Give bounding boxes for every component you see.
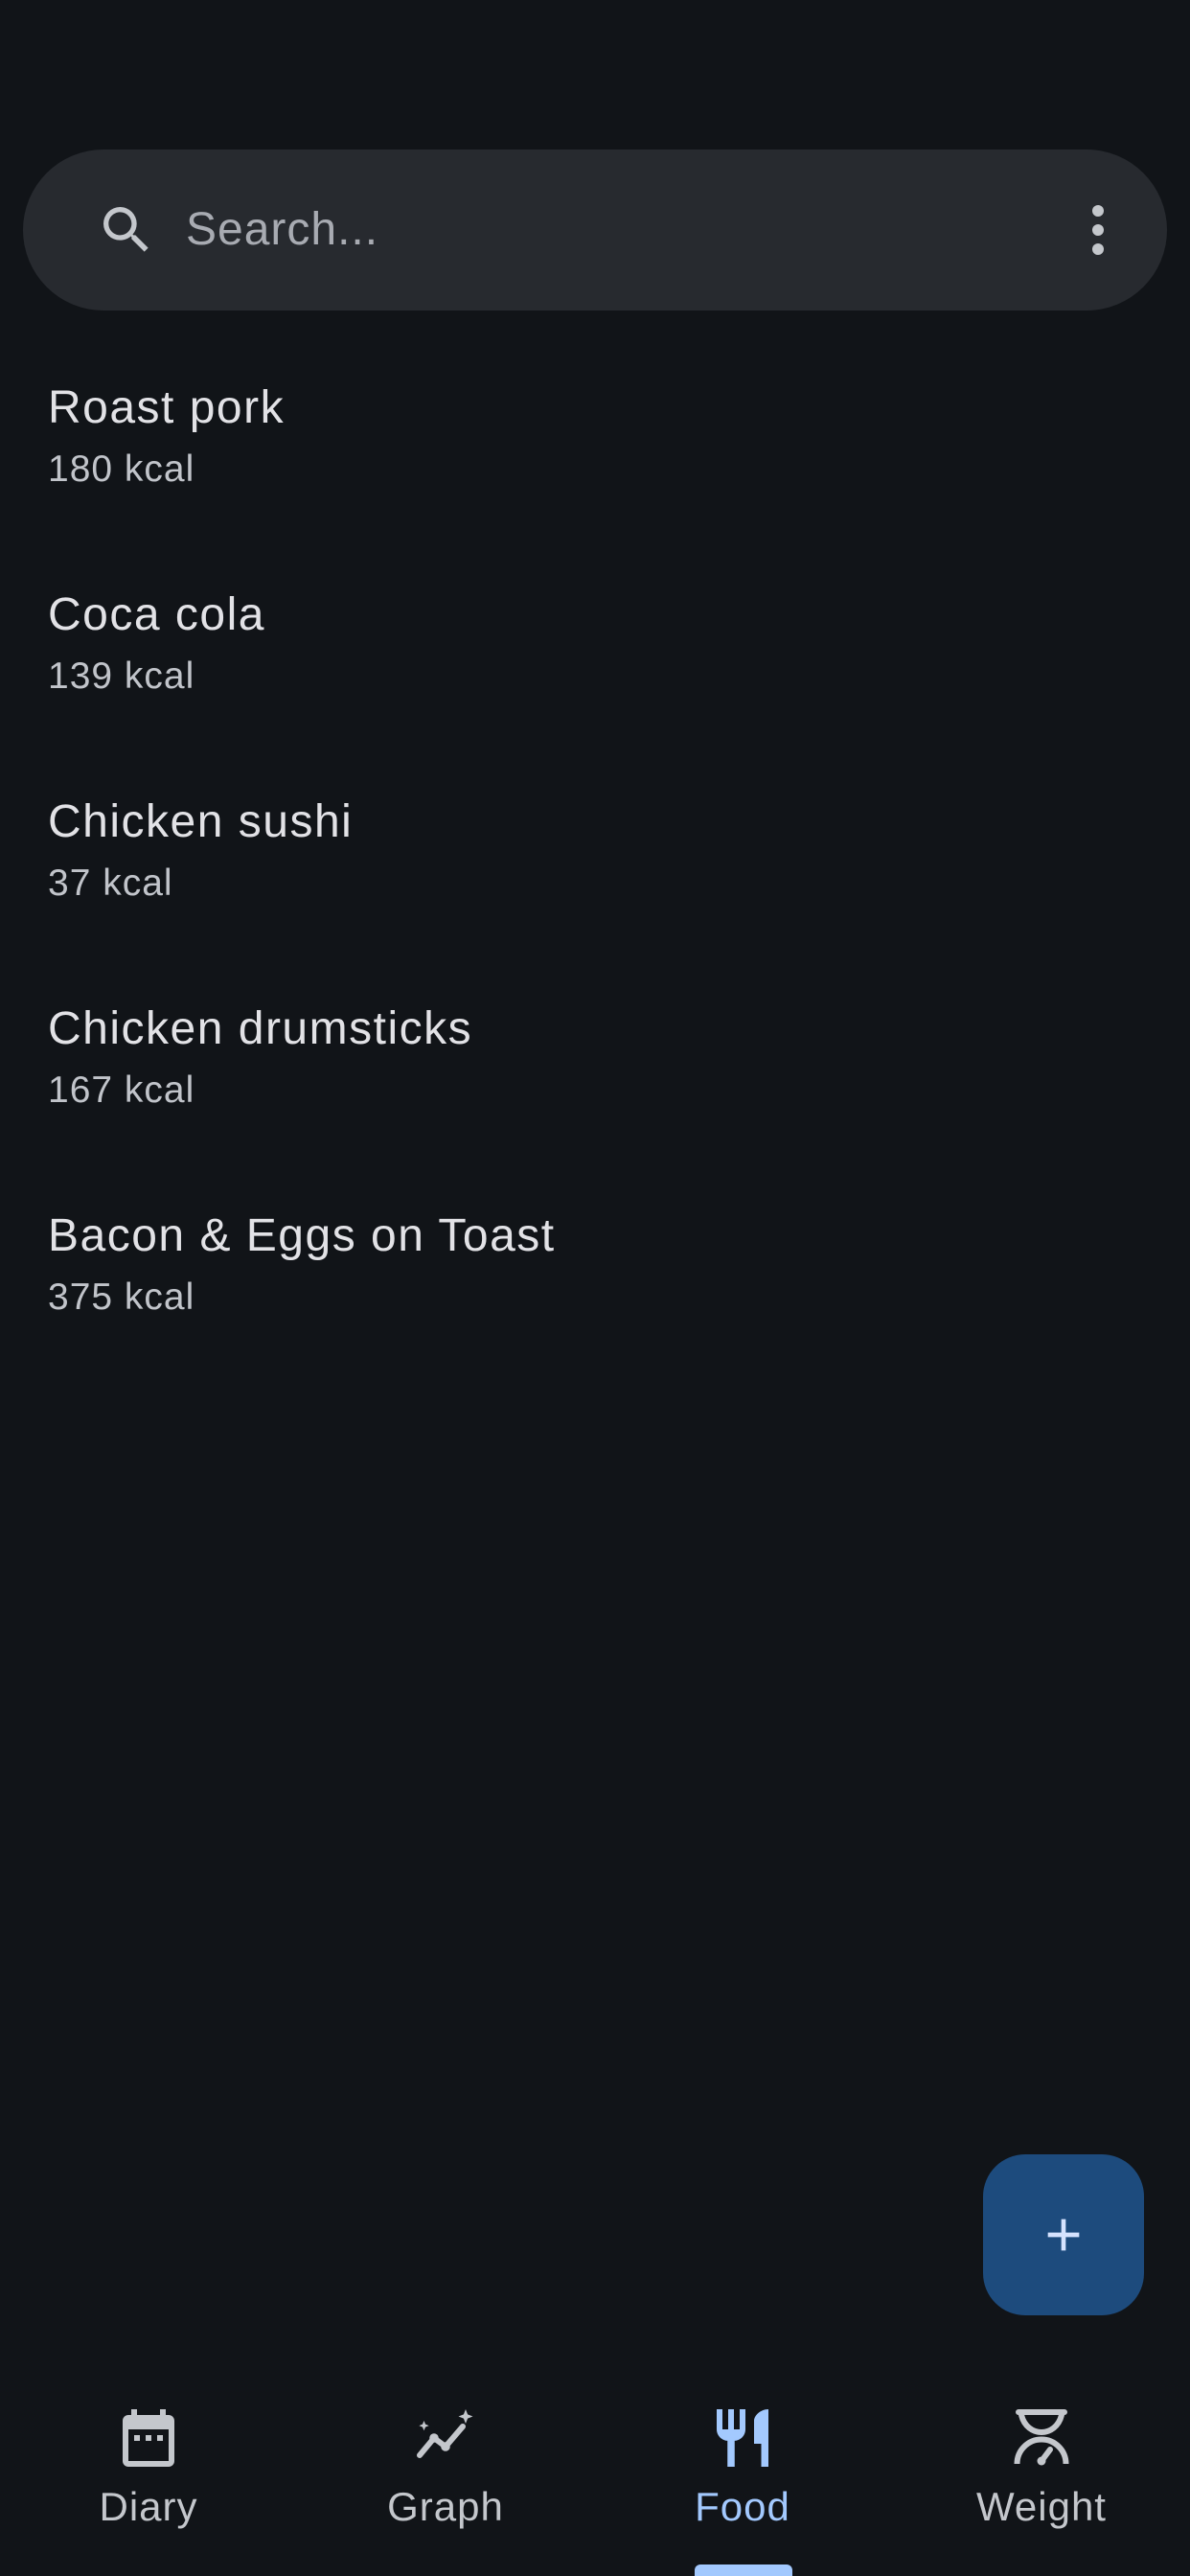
food-kcal: 375 kcal bbox=[48, 1276, 195, 1318]
list-item[interactable]: Coca cola 139 kcal bbox=[0, 552, 1190, 759]
nav-label: Weight bbox=[976, 2484, 1107, 2529]
search-icon bbox=[103, 207, 149, 252]
food-name: Bacon & Eggs on Toast bbox=[48, 1210, 556, 1261]
nav-label: Food bbox=[695, 2484, 790, 2529]
list-item[interactable]: Chicken drumsticks 167 kcal bbox=[0, 966, 1190, 1173]
search-bar[interactable]: Search... bbox=[23, 150, 1167, 310]
food-kcal: 167 kcal bbox=[48, 1070, 195, 1111]
list-item[interactable]: Roast pork 180 kcal bbox=[0, 345, 1190, 552]
food-kcal: 139 kcal bbox=[48, 656, 195, 697]
list-item[interactable]: Bacon & Eggs on Toast 375 kcal bbox=[0, 1173, 1190, 1380]
cutlery-icon bbox=[717, 2409, 768, 2467]
food-name: Chicken drumsticks bbox=[48, 1003, 473, 1054]
graph-icon bbox=[417, 2409, 473, 2458]
more-options-icon[interactable] bbox=[1067, 196, 1129, 264]
nav-label: Diary bbox=[99, 2484, 198, 2529]
add-food-button[interactable] bbox=[983, 2154, 1144, 2315]
nav-item-food[interactable]: Food bbox=[594, 2367, 891, 2576]
list-item[interactable]: Chicken sushi 37 kcal bbox=[0, 759, 1190, 966]
bottom-navigation: Diary Graph Food Weight bbox=[0, 2367, 1190, 2576]
active-tab-indicator bbox=[695, 2564, 792, 2576]
food-list: Roast pork 180 kcal Coca cola 139 kcal C… bbox=[0, 345, 1190, 1380]
nav-item-weight[interactable]: Weight bbox=[893, 2367, 1190, 2576]
food-name: Roast pork bbox=[48, 382, 286, 433]
food-name: Chicken sushi bbox=[48, 796, 354, 847]
calendar-icon bbox=[123, 2409, 174, 2467]
food-kcal: 37 kcal bbox=[48, 862, 173, 904]
nav-label: Graph bbox=[387, 2484, 504, 2529]
nav-item-graph[interactable]: Graph bbox=[297, 2367, 594, 2576]
food-kcal: 180 kcal bbox=[48, 448, 195, 490]
food-name: Coca cola bbox=[48, 589, 265, 640]
search-input[interactable]: Search... bbox=[186, 150, 378, 310]
scale-icon bbox=[1014, 2409, 1069, 2466]
plus-icon bbox=[1047, 2219, 1080, 2251]
nav-item-diary[interactable]: Diary bbox=[0, 2367, 297, 2576]
